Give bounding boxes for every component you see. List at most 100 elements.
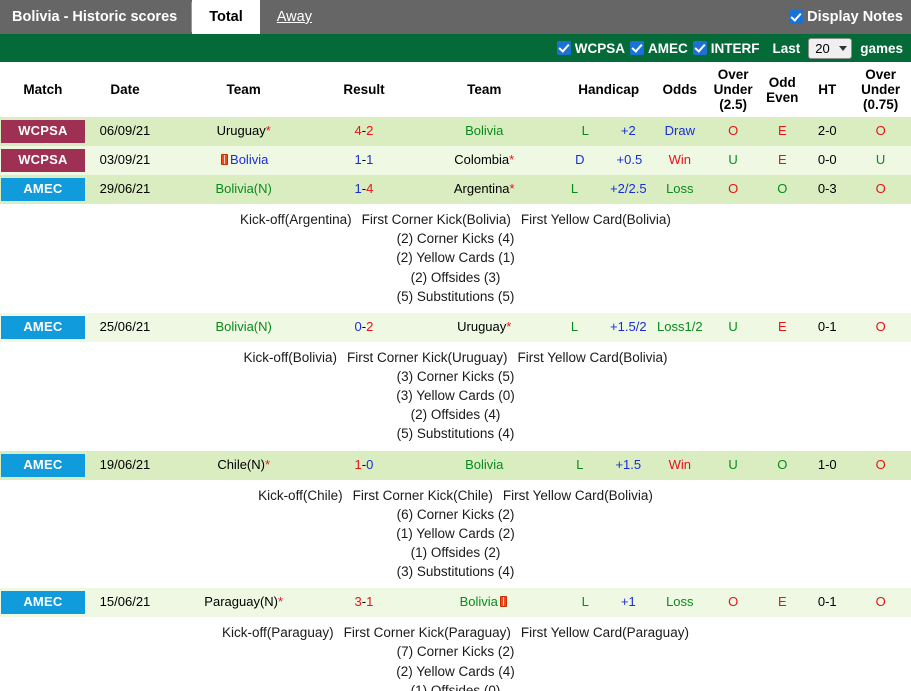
interf-checkbox[interactable] <box>693 41 707 55</box>
cell-match[interactable]: WCPSA <box>0 117 86 146</box>
team-name: Bolivia <box>230 152 268 167</box>
handicap-result: D <box>575 152 584 167</box>
table-body: WCPSA06/09/21Uruguay*4-2BoliviaL+2DrawOE… <box>0 117 911 691</box>
cell-result[interactable]: 1-1 <box>323 146 405 175</box>
cell-home-team[interactable]: Paraguay(N)* <box>164 588 323 617</box>
note-first-yellow: First Yellow Card(Paraguay) <box>521 625 689 640</box>
cell-away-team[interactable]: Colombia* <box>405 146 564 175</box>
col-date[interactable]: Date <box>86 62 164 117</box>
competition-badge: AMEC <box>1 178 85 201</box>
cell-over-under-25: U <box>706 313 760 342</box>
last-label: Last <box>772 41 800 56</box>
filter-amec[interactable]: AMEC <box>630 41 688 56</box>
cell-home-team[interactable]: Chile(N)* <box>164 451 323 480</box>
score-away: 1 <box>366 594 373 609</box>
cell-away-team[interactable]: Bolivia <box>405 588 564 617</box>
cell-away-team[interactable]: Argentina* <box>405 175 564 204</box>
handicap-value: +1.5 <box>615 457 641 472</box>
asterisk-marker: * <box>510 181 515 196</box>
cell-odds: Loss <box>654 588 706 617</box>
note-first-corner: First Corner Kick(Paraguay) <box>344 625 511 640</box>
col-odds[interactable]: Odds <box>654 62 706 117</box>
score-away: 1 <box>366 152 373 167</box>
score-home: 3 <box>355 594 362 609</box>
cell-over-under-25: O <box>706 117 760 146</box>
cell-date: 06/09/21 <box>86 117 164 146</box>
note-first-corner: First Corner Kick(Bolivia) <box>362 212 511 227</box>
note-stat: (3) Yellow Cards (0) <box>1 386 910 405</box>
cell-result[interactable]: 1-4 <box>323 175 405 204</box>
cell-home-team[interactable]: Bolivia(N) <box>164 175 323 204</box>
col-ht[interactable]: HT <box>804 62 850 117</box>
tab-away[interactable]: Away <box>260 0 329 34</box>
col-result[interactable]: Result <box>323 62 405 117</box>
note-stat: (2) Yellow Cards (4) <box>1 662 910 681</box>
notes-row: Kick-off(Chile)First Corner Kick(Chile)F… <box>0 480 911 589</box>
competition-badge: WCPSA <box>1 149 85 172</box>
cell-result[interactable]: 3-1 <box>323 588 405 617</box>
col-home-team[interactable]: Team <box>164 62 323 117</box>
col-over-under-075[interactable]: Over Under (0.75) <box>850 62 911 117</box>
col-odd-even[interactable]: Odd Even <box>760 62 804 117</box>
note-kickoff: Kick-off(Argentina) <box>240 212 352 227</box>
cell-date: 19/06/21 <box>86 451 164 480</box>
table-row[interactable]: AMEC25/06/21Bolivia(N)0-2Uruguay*L+1.5/2… <box>0 313 911 342</box>
note-stat: (6) Corner Kicks (2) <box>1 505 910 524</box>
cell-result[interactable]: 0-2 <box>323 313 405 342</box>
cell-ht: 0-3 <box>804 175 850 204</box>
cell-home-team[interactable]: Bolivia(N) <box>164 313 323 342</box>
games-label: games <box>860 41 903 56</box>
display-notes-control[interactable]: Display Notes <box>789 0 911 34</box>
filter-wcpsa[interactable]: WCPSA <box>557 41 625 56</box>
cell-result[interactable]: 4-2 <box>323 117 405 146</box>
match-notes: Kick-off(Argentina) First Corner Kick(Bol… <box>1 207 910 310</box>
col-match[interactable]: Match <box>0 62 86 117</box>
filter-interf[interactable]: INTERF <box>693 41 760 56</box>
cell-away-team[interactable]: Uruguay* <box>405 313 564 342</box>
team-name: Colombia <box>454 152 509 167</box>
cell-match[interactable]: AMEC <box>0 588 86 617</box>
cell-away-team[interactable]: Bolivia <box>405 451 564 480</box>
wcpsa-label: WCPSA <box>575 41 625 56</box>
cell-home-team[interactable]: Bolivia <box>164 146 323 175</box>
games-count-select[interactable]: 20 <box>808 38 852 59</box>
cell-odd-even: E <box>760 146 804 175</box>
notes-row: Kick-off(Bolivia)First Corner Kick(Urugu… <box>0 342 911 451</box>
cell-over-under-075: O <box>850 313 911 342</box>
cell-match[interactable]: AMEC <box>0 451 86 480</box>
note-stat: (3) Corner Kicks (5) <box>1 367 910 386</box>
cell-match[interactable]: WCPSA <box>0 146 86 175</box>
tab-total[interactable]: Total <box>192 0 260 34</box>
cell-home-team[interactable]: Uruguay* <box>164 117 323 146</box>
col-over-under-25[interactable]: Over Under (2.5) <box>706 62 760 117</box>
display-notes-checkbox[interactable] <box>789 10 803 24</box>
col-away-team[interactable]: Team <box>405 62 564 117</box>
chevron-down-icon <box>839 46 847 51</box>
cell-over-under-25: U <box>706 451 760 480</box>
team-name: Bolivia(N) <box>216 181 272 196</box>
cell-date: 29/06/21 <box>86 175 164 204</box>
col-handicap[interactable]: Handicap <box>564 62 654 117</box>
table-row[interactable]: AMEC29/06/21Bolivia(N)1-4Argentina*L+2/2… <box>0 175 911 204</box>
cell-match[interactable]: AMEC <box>0 175 86 204</box>
table-row[interactable]: AMEC19/06/21Chile(N)*1-0BoliviaL+1.5WinU… <box>0 451 911 480</box>
team-name: Chile(N) <box>217 457 265 472</box>
table-row[interactable]: WCPSA06/09/21Uruguay*4-2BoliviaL+2DrawOE… <box>0 117 911 146</box>
handicap-result: L <box>571 181 578 196</box>
cell-ht: 0-1 <box>804 313 850 342</box>
table-row[interactable]: AMEC15/06/21Paraguay(N)*3-1BoliviaL+1Los… <box>0 588 911 617</box>
cell-over-under-25: O <box>706 588 760 617</box>
cell-away-team[interactable]: Bolivia <box>405 117 564 146</box>
note-first-corner: First Corner Kick(Uruguay) <box>347 350 508 365</box>
cell-match[interactable]: AMEC <box>0 313 86 342</box>
amec-checkbox[interactable] <box>630 41 644 55</box>
notes-first-line: Kick-off(Argentina) First Corner Kick(Bol… <box>1 210 910 229</box>
cell-odd-even: E <box>760 313 804 342</box>
notes-row: Kick-off(Paraguay)First Corner Kick(Para… <box>0 617 911 691</box>
historic-scores-page: Bolivia - Historic scores Total Away Dis… <box>0 0 911 691</box>
cell-ht: 0-0 <box>804 146 850 175</box>
cell-result[interactable]: 1-0 <box>323 451 405 480</box>
wcpsa-checkbox[interactable] <box>557 41 571 55</box>
table-row[interactable]: WCPSA03/09/21Bolivia1-1Colombia*D+0.5Win… <box>0 146 911 175</box>
tab-bar: Bolivia - Historic scores Total Away Dis… <box>0 0 911 34</box>
